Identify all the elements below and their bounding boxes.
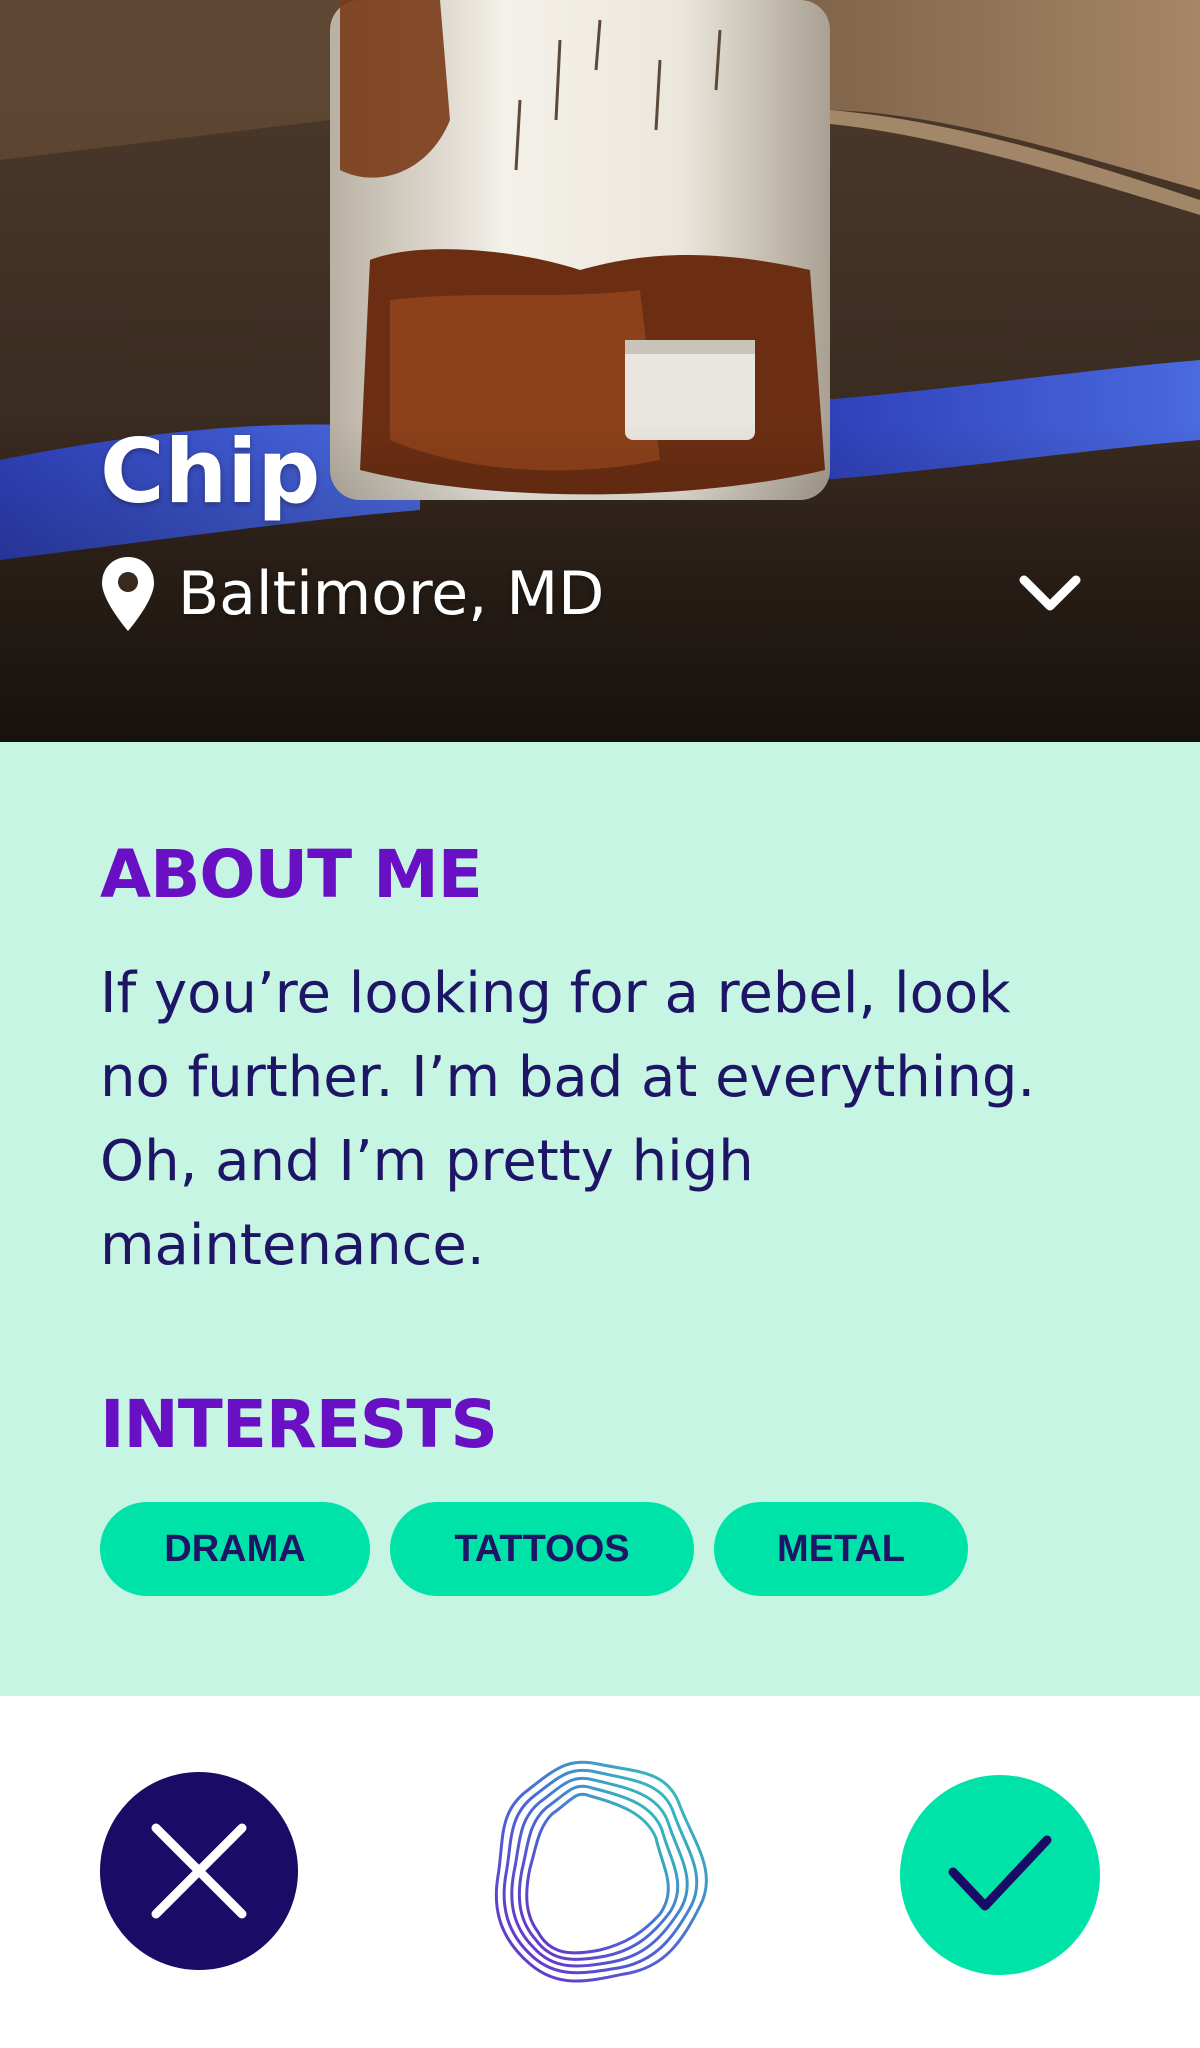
interest-tag-metal[interactable]: METAL bbox=[714, 1502, 968, 1596]
chevron-down-icon bbox=[1019, 575, 1081, 611]
about-text: If you’re looking for a rebel, look no f… bbox=[100, 961, 1036, 1278]
map-pin-icon bbox=[100, 555, 156, 633]
interest-tag-tattoos[interactable]: TATTOOS bbox=[390, 1502, 694, 1596]
profile-location: Baltimore, MD bbox=[100, 555, 604, 633]
reject-button[interactable] bbox=[100, 1772, 298, 1970]
action-bar bbox=[0, 1696, 1200, 2048]
swirl-logo-button[interactable] bbox=[468, 1742, 728, 2002]
interests-heading: INTERESTS bbox=[100, 1386, 498, 1463]
check-icon bbox=[948, 1835, 1052, 1911]
location-label: Baltimore, MD bbox=[178, 559, 605, 629]
expand-profile-button[interactable] bbox=[1010, 562, 1090, 622]
profile-details-panel: ABOUT ME If you’re looking for a rebel, … bbox=[0, 742, 1200, 1696]
close-icon bbox=[151, 1823, 247, 1919]
swirl-logo-icon bbox=[494, 1760, 708, 1983]
about-heading: ABOUT ME bbox=[100, 836, 483, 913]
interest-tags: DRAMA TATTOOS METAL bbox=[100, 1502, 968, 1596]
accept-button[interactable] bbox=[900, 1775, 1100, 1975]
interest-tag-drama[interactable]: DRAMA bbox=[100, 1502, 370, 1596]
profile-name: Chip bbox=[100, 420, 321, 523]
profile-photo: Chip Baltimore, MD bbox=[0, 0, 1200, 742]
